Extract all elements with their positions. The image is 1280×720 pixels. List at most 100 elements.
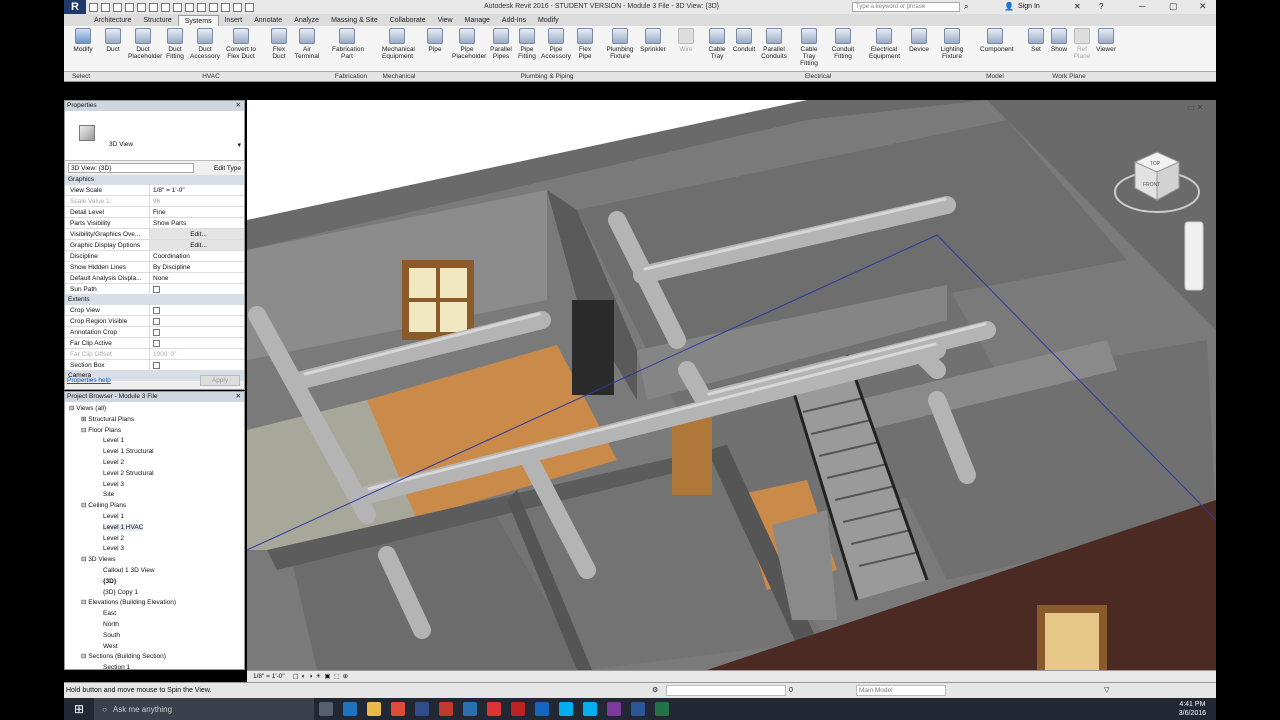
duct-accessory-button[interactable]: Duct Accessory (190, 28, 220, 60)
tree-node[interactable]: East (65, 609, 244, 620)
tree-node[interactable]: Level 1 (65, 436, 244, 447)
property-row[interactable]: Discipline Coordination (65, 251, 244, 262)
panel-hvac[interactable]: HVAC (98, 73, 324, 80)
skype-business-icon[interactable] (583, 702, 598, 716)
workset-dropdown[interactable] (666, 685, 786, 696)
property-row[interactable]: Crop View (65, 305, 244, 316)
lighting-fixture-button[interactable]: Lighting Fixture (937, 28, 967, 60)
tree-node[interactable]: ⊟ Ceiling Plans (65, 501, 244, 512)
acrobat-icon[interactable] (487, 702, 502, 716)
tree-node[interactable]: West (65, 642, 244, 653)
apply-button[interactable]: Apply (200, 375, 240, 386)
fabrication-part-button[interactable]: Fabrication Part (332, 28, 364, 60)
property-value[interactable]: Show Parts (149, 218, 244, 228)
task-view-icon[interactable] (319, 702, 334, 716)
close-icon[interactable]: ✕ (236, 392, 241, 402)
tab-collaborate[interactable]: Collaborate (384, 15, 432, 26)
cable-tray-fitting-button[interactable]: Cable Tray Fitting (794, 28, 824, 67)
pipe-placeholder-button[interactable]: Pipe Placeholder (452, 28, 486, 60)
exchange-apps-icon[interactable]: ✕ (1074, 2, 1081, 11)
word-icon[interactable] (631, 702, 646, 716)
group-graphics[interactable]: Graphics (65, 175, 244, 185)
parallel-conduits-button[interactable]: Parallel Conduits (759, 28, 789, 60)
property-row[interactable]: Parts Visibility Show Parts (65, 218, 244, 229)
type-selector[interactable]: 3D View ▾ (65, 111, 244, 161)
panel-fabrication[interactable]: Fabrication (326, 73, 376, 80)
property-row[interactable]: Far Clip Active (65, 338, 244, 349)
tree-node[interactable]: South (65, 631, 244, 642)
outlook-icon[interactable] (535, 702, 550, 716)
onenote-icon[interactable] (607, 702, 622, 716)
property-row[interactable]: Sun Path (65, 284, 244, 295)
panel-model[interactable]: Model (970, 73, 1020, 80)
property-row[interactable]: Annotation Crop (65, 327, 244, 338)
windows-start-icon[interactable]: ⊞ (74, 702, 84, 716)
tree-node[interactable]: {3D} Copy 1 (65, 588, 244, 599)
property-row[interactable]: Crop Region Visible (65, 316, 244, 327)
air-terminal-button[interactable]: Air Terminal (292, 28, 322, 60)
property-row[interactable]: Show Hidden Lines By Discipline (65, 262, 244, 273)
tree-node[interactable]: Level 2 (65, 534, 244, 545)
group-extents[interactable]: Extents (65, 295, 244, 305)
tree-node[interactable]: ⊞ Structural Plans (65, 415, 244, 426)
property-checkbox[interactable] (149, 338, 244, 348)
tab-modify[interactable]: Modify (532, 15, 565, 26)
measure-icon[interactable] (149, 2, 158, 12)
property-value[interactable]: 1/8" = 1'-0" (149, 185, 244, 195)
checkbox[interactable] (153, 317, 160, 325)
flex-duct-button[interactable]: Flex Duct (264, 28, 294, 60)
sign-in-button[interactable]: Sign In (1018, 3, 1040, 10)
tab-view[interactable]: View (432, 15, 459, 26)
print-icon[interactable] (137, 2, 146, 12)
undo-icon[interactable] (113, 2, 122, 12)
pdf-icon[interactable] (511, 702, 526, 716)
component-button[interactable]: Component (980, 28, 1014, 53)
clock[interactable]: 4:41 PM 3/6/2016 (1179, 700, 1206, 718)
pipe-accessory-button[interactable]: Pipe Accessory (541, 28, 571, 60)
chevron-down-icon[interactable]: ▾ (237, 141, 241, 149)
excel-icon[interactable] (655, 702, 670, 716)
user-icon[interactable]: 👤 (1004, 2, 1014, 11)
switch-windows-icon[interactable] (245, 2, 254, 12)
property-value[interactable]: Coordination (149, 251, 244, 261)
checkbox[interactable] (153, 361, 160, 369)
tab-manage[interactable]: Manage (459, 15, 496, 26)
flex-pipe-button[interactable]: Flex Pipe (570, 28, 600, 60)
property-checkbox[interactable] (149, 316, 244, 326)
checkbox[interactable] (153, 306, 160, 314)
property-value[interactable]: 96 (149, 196, 244, 206)
thin-lines-icon[interactable] (221, 2, 230, 12)
edge-icon[interactable] (343, 702, 358, 716)
app-icon[interactable] (463, 702, 478, 716)
property-row[interactable]: Scale Value 1: 96 (65, 196, 244, 207)
tab-structure[interactable]: Structure (137, 15, 177, 26)
cortana-search[interactable]: ○ Ask me anything (94, 698, 315, 720)
modify-button[interactable]: Modify (68, 28, 98, 53)
section-icon[interactable] (209, 2, 218, 12)
tab-analyze[interactable]: Analyze (288, 15, 325, 26)
tree-node[interactable]: Level 3 (65, 480, 244, 491)
property-row[interactable]: Default Analysis Displa... None (65, 273, 244, 284)
file-explorer-icon[interactable] (367, 702, 382, 716)
property-value[interactable]: Edit... (149, 240, 244, 250)
tree-node[interactable]: ⊟ 3D Views (65, 555, 244, 566)
search-icon[interactable]: ⌕ (964, 2, 968, 12)
property-value[interactable]: By Discipline (149, 262, 244, 272)
panel-electrical[interactable]: Electrical (670, 73, 966, 80)
close-icon[interactable]: ✕ (236, 101, 241, 111)
worksets-icon[interactable]: ⚙ (652, 683, 658, 698)
mechanical-equipment-button[interactable]: Mechanical Equipment (382, 28, 415, 60)
property-row[interactable]: Section Box (65, 360, 244, 371)
property-row[interactable]: Far Clip Offset 1000' 0" (65, 349, 244, 360)
redo-icon[interactable] (125, 2, 134, 12)
checkbox[interactable] (153, 339, 160, 347)
navigation-bar[interactable] (1184, 221, 1204, 291)
maximize-icon[interactable]: ▢ (1169, 1, 1178, 12)
tree-node[interactable]: Level 3 (65, 544, 244, 555)
property-checkbox[interactable] (149, 305, 244, 315)
tree-node[interactable]: North (65, 620, 244, 631)
cable-tray-button[interactable]: Cable Tray (702, 28, 732, 60)
tree-node[interactable]: Level 1 Structural (65, 447, 244, 458)
close-hidden-icon[interactable] (233, 2, 242, 12)
sprinkler-button[interactable]: Sprinkler (638, 28, 668, 53)
